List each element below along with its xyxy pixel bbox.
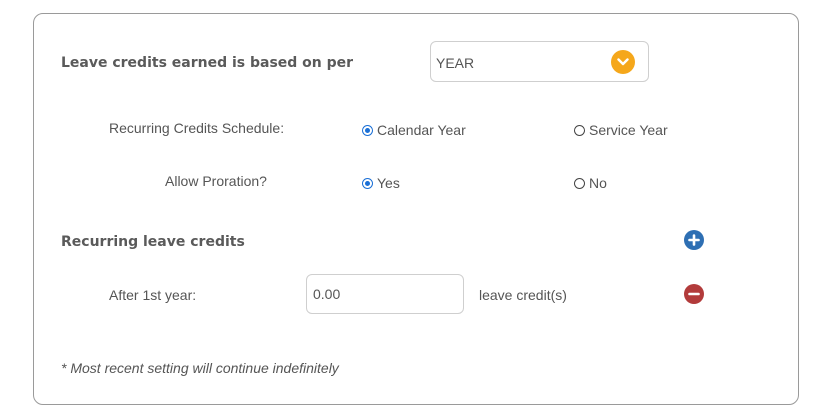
radio-proration-no[interactable] (574, 177, 585, 189)
leave-credit-amount-input[interactable] (306, 274, 464, 314)
schedule-option-calendar-year-label: Calendar Year (377, 122, 466, 138)
schedule-option-service-year[interactable]: Service Year (574, 122, 668, 138)
recurring-credits-heading: Recurring leave credits (61, 234, 245, 250)
minus-icon (688, 292, 700, 296)
add-recurring-credit-button[interactable] (684, 230, 704, 250)
schedule-option-service-year-label: Service Year (589, 122, 668, 138)
proration-label: Allow Proration? (165, 173, 267, 189)
remove-recurring-credit-button[interactable] (684, 284, 704, 304)
chevron-down-icon[interactable] (611, 50, 635, 74)
indefinite-setting-note: * Most recent setting will continue inde… (61, 360, 339, 376)
proration-option-no[interactable]: No (574, 175, 607, 191)
proration-option-yes-label: Yes (377, 175, 400, 191)
earned-basis-label: Leave credits earned is based on per (61, 55, 354, 71)
schedule-option-calendar-year[interactable]: Calendar Year (362, 122, 466, 138)
period-select[interactable]: YEAR (430, 41, 649, 82)
recurring-row-label: After 1st year: (109, 287, 197, 303)
leave-credit-unit-label: leave credit(s) (479, 287, 567, 303)
leave-credits-settings-panel (33, 13, 799, 405)
radio-calendar-year[interactable] (362, 124, 373, 136)
plus-icon (688, 234, 700, 246)
period-select-value: YEAR (436, 55, 475, 71)
radio-service-year[interactable] (574, 124, 585, 136)
proration-option-no-label: No (589, 175, 607, 191)
schedule-label: Recurring Credits Schedule: (109, 120, 285, 136)
radio-proration-yes[interactable] (362, 177, 373, 189)
proration-option-yes[interactable]: Yes (362, 175, 400, 191)
